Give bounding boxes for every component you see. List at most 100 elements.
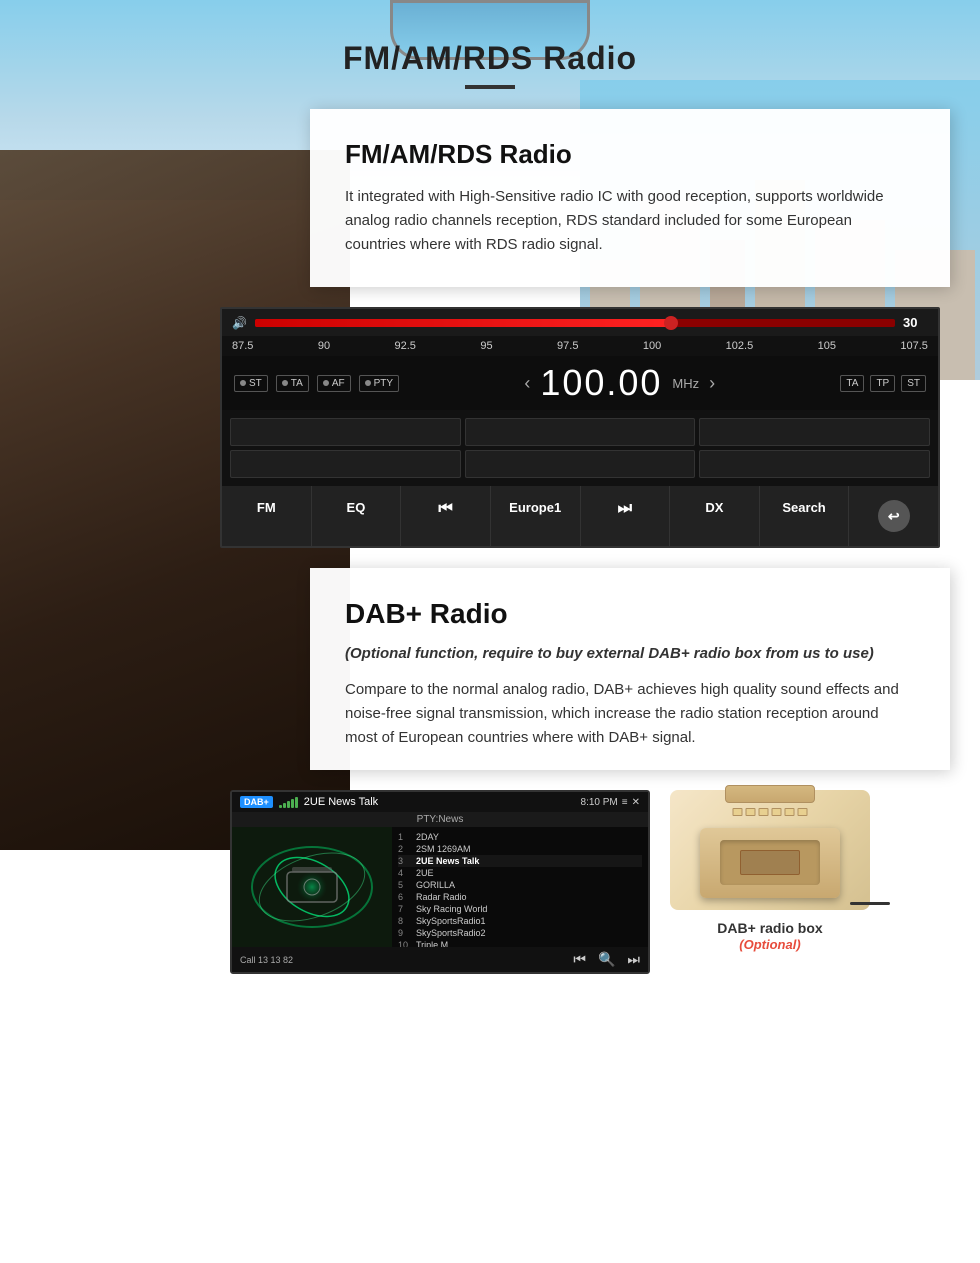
preset-btn-3[interactable] bbox=[699, 418, 930, 446]
frequency-scale: 87.5 90 92.5 95 97.5 100 102.5 105 107.5 bbox=[222, 336, 938, 356]
badge-pty[interactable]: PTY bbox=[359, 375, 399, 392]
preset-btn-4[interactable] bbox=[230, 450, 461, 478]
dab-header-right: 8:10 PM ≡ ✕ bbox=[581, 797, 640, 808]
badge-tp: TP bbox=[870, 375, 895, 392]
dab-box-inner bbox=[720, 840, 820, 885]
dab-box-visual bbox=[670, 790, 870, 910]
channel-5[interactable]: 5 GORILLA bbox=[398, 879, 642, 891]
dab-footer-text: Call 13 13 82 bbox=[240, 955, 293, 965]
freq-mark-8: 105 bbox=[818, 340, 836, 352]
channel-2[interactable]: 2 2SM 1269AM bbox=[398, 843, 642, 855]
channel-3[interactable]: 3 2UE News Talk bbox=[398, 855, 642, 867]
back-icon: ↩ bbox=[878, 500, 910, 532]
dab-bottom-row: DAB+ 2UE News Talk 8:10 PM ≡ ✕ P bbox=[50, 790, 930, 974]
prev-icon: ⏮ bbox=[438, 500, 452, 517]
volume-bar-fill bbox=[255, 319, 671, 327]
connector-4 bbox=[772, 808, 782, 816]
preset-btn-2[interactable] bbox=[465, 418, 696, 446]
dx-button[interactable]: DX bbox=[670, 486, 760, 546]
dab-footer-controls: ⏮ 🔍 ⏭ bbox=[573, 951, 640, 968]
badge-pty-dot bbox=[365, 380, 371, 386]
signal-bar-5 bbox=[295, 797, 298, 808]
dab-header: DAB+ 2UE News Talk 8:10 PM ≡ ✕ bbox=[232, 792, 648, 812]
title-underline bbox=[465, 85, 515, 89]
signal-bars bbox=[279, 797, 298, 808]
prev-button[interactable]: ⏮ bbox=[401, 486, 491, 546]
channel-7[interactable]: 7 Sky Racing World bbox=[398, 903, 642, 915]
badge-st-dot bbox=[240, 380, 246, 386]
eq-button[interactable]: EQ bbox=[312, 486, 402, 546]
next-button[interactable]: ⏭ bbox=[581, 486, 671, 546]
channel-6[interactable]: 6 Radar Radio bbox=[398, 891, 642, 903]
badge-af-dot bbox=[323, 380, 329, 386]
freq-mark-6: 100 bbox=[643, 340, 661, 352]
dab-channel-list: 1 2DAY 2 2SM 1269AM 3 2UE News Talk 4 2U… bbox=[392, 827, 648, 947]
volume-number: 30 bbox=[903, 315, 928, 330]
dab-badge: DAB+ bbox=[240, 796, 273, 808]
fm-button[interactable]: FM bbox=[222, 486, 312, 546]
search-button[interactable]: Search bbox=[760, 486, 850, 546]
preset-btn-6[interactable] bbox=[699, 450, 930, 478]
dab-box-label: DAB+ radio box (Optional) bbox=[717, 920, 822, 952]
dab-close-icon[interactable]: ✕ bbox=[632, 797, 640, 808]
badge-af-label: AF bbox=[332, 378, 345, 389]
badge-ta-right: TA bbox=[840, 375, 864, 392]
europe1-button[interactable]: Europe1 bbox=[491, 486, 581, 546]
bottom-control-bar: FM EQ ⏮ Europe1 ⏭ DX Search ↩ bbox=[222, 486, 938, 546]
channel-8[interactable]: 8 SkySportsRadio1 bbox=[398, 915, 642, 927]
preset-btn-5[interactable] bbox=[465, 450, 696, 478]
freq-prev-arrow[interactable]: ‹ bbox=[524, 373, 530, 394]
dab-menu-icon: ≡ bbox=[622, 797, 628, 808]
dab-box-optional-text: (Optional) bbox=[739, 937, 800, 952]
dab-main: 1 2DAY 2 2SM 1269AM 3 2UE News Talk 4 2U… bbox=[232, 827, 648, 947]
freq-mark-3: 92.5 bbox=[395, 340, 416, 352]
dab-search-button[interactable]: 🔍 bbox=[598, 951, 615, 968]
channel-9[interactable]: 9 SkySportsRadio2 bbox=[398, 927, 642, 939]
signal-bar-4 bbox=[291, 799, 294, 808]
badge-af[interactable]: AF bbox=[317, 375, 351, 392]
radio-controls: ST TA AF PTY ‹ bbox=[222, 356, 938, 410]
dab-visual-area bbox=[232, 827, 392, 947]
connector-1 bbox=[733, 808, 743, 816]
connector-2 bbox=[746, 808, 756, 816]
fm-radio-heading: FM/AM/RDS Radio bbox=[345, 139, 915, 170]
channel-1[interactable]: 1 2DAY bbox=[398, 831, 642, 843]
dab-optional-note: (Optional function, require to buy exter… bbox=[345, 642, 915, 666]
channel-4[interactable]: 4 2UE bbox=[398, 867, 642, 879]
back-button[interactable]: ↩ bbox=[849, 486, 938, 546]
dab-time: 8:10 PM bbox=[581, 797, 618, 808]
badge-st[interactable]: ST bbox=[234, 375, 268, 392]
badge-tp-label: TP bbox=[876, 378, 889, 389]
freq-mark-7: 102.5 bbox=[726, 340, 754, 352]
freq-mark-4: 95 bbox=[480, 340, 492, 352]
badge-ta[interactable]: TA bbox=[276, 375, 309, 392]
freq-mark-2: 90 bbox=[318, 340, 330, 352]
frequency-unit: MHz bbox=[672, 376, 699, 391]
preset-btn-1[interactable] bbox=[230, 418, 461, 446]
dab-next-button[interactable]: ⏭ bbox=[627, 951, 640, 968]
dab-box-top-connector bbox=[725, 785, 815, 803]
freq-next-arrow[interactable]: › bbox=[709, 373, 715, 394]
page-title-section: FM/AM/RDS Radio bbox=[0, 20, 980, 99]
dab-radio-box-section: DAB+ radio box (Optional) bbox=[670, 790, 870, 952]
next-icon: ⏭ bbox=[618, 500, 632, 517]
dab-box-cable bbox=[850, 902, 890, 905]
dab-footer: Call 13 13 82 ⏮ 🔍 ⏭ bbox=[232, 947, 648, 972]
dab-prev-button[interactable]: ⏮ bbox=[573, 951, 586, 968]
dab-visual-art bbox=[232, 827, 392, 947]
dab-box-chip bbox=[740, 850, 800, 875]
signal-bar-2 bbox=[283, 803, 286, 808]
page-title: FM/AM/RDS Radio bbox=[0, 40, 980, 77]
connector-3 bbox=[759, 808, 769, 816]
dab-header-left: DAB+ 2UE News Talk bbox=[240, 796, 378, 808]
radio-right-badges: TA TP ST bbox=[840, 375, 926, 392]
dab-pty: PTY:News bbox=[232, 812, 648, 827]
freq-mark-5: 97.5 bbox=[557, 340, 578, 352]
channel-10[interactable]: 10 Triple M bbox=[398, 939, 642, 947]
volume-bar-background[interactable] bbox=[255, 319, 895, 327]
fm-radio-description-card: FM/AM/RDS Radio It integrated with High-… bbox=[310, 109, 950, 287]
badge-st-right-label: ST bbox=[907, 378, 920, 389]
dab-screen: DAB+ 2UE News Talk 8:10 PM ≡ ✕ P bbox=[230, 790, 650, 974]
connector-5 bbox=[785, 808, 795, 816]
radio-screen-wrapper: 🔊 30 87.5 90 92.5 95 97.5 100 102.5 105 … bbox=[220, 307, 940, 548]
